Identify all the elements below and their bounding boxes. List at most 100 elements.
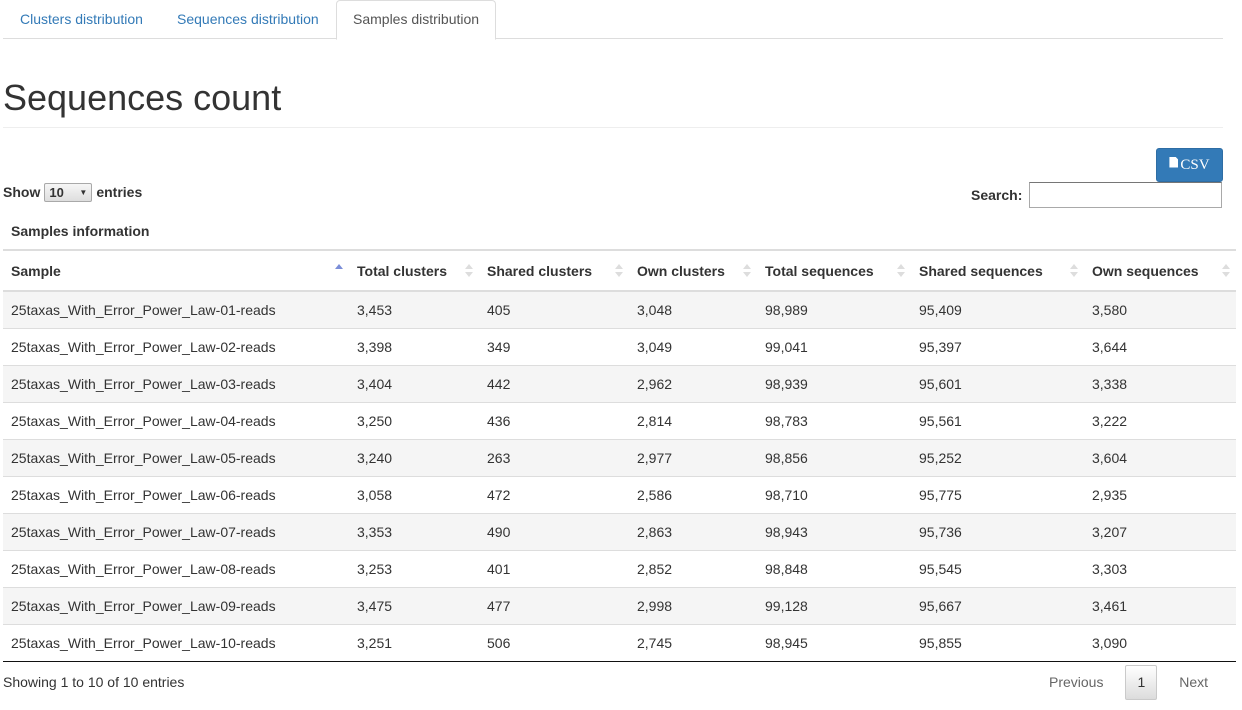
pagination-next[interactable]: Next xyxy=(1165,665,1222,700)
page-title: Sequences count xyxy=(3,77,282,118)
cell-own-sequences: 3,644 xyxy=(1084,327,1236,365)
cell-sample: 25taxas_With_Error_Power_Law-03-reads xyxy=(3,364,349,402)
column-header-shared-sequences[interactable]: Shared sequences xyxy=(911,249,1084,292)
tab-bar: Clusters distribution Sequences distribu… xyxy=(3,0,1223,40)
sort-icon xyxy=(897,263,905,279)
cell-sample: 25taxas_With_Error_Power_Law-06-reads xyxy=(3,475,349,513)
cell-shared-clusters: 490 xyxy=(479,512,629,550)
cell-shared-sequences: 95,252 xyxy=(911,438,1084,476)
cell-total-sequences: 98,939 xyxy=(757,364,911,402)
cell-own-sequences: 3,090 xyxy=(1084,623,1236,662)
table-row: 25taxas_With_Error_Power_Law-02-reads 3,… xyxy=(3,327,1236,365)
cell-total-sequences: 98,783 xyxy=(757,401,911,439)
cell-shared-sequences: 95,561 xyxy=(911,401,1084,439)
cell-total-clusters: 3,398 xyxy=(349,327,479,365)
pagination-page-1[interactable]: 1 xyxy=(1125,665,1158,700)
column-header-total-sequences[interactable]: Total sequences xyxy=(757,249,911,292)
cell-total-clusters: 3,240 xyxy=(349,438,479,476)
cell-shared-clusters: 442 xyxy=(479,364,629,402)
cell-own-clusters: 2,998 xyxy=(629,586,757,624)
search-label: Search: xyxy=(971,187,1023,203)
tab-sequences-distribution[interactable]: Sequences distribution xyxy=(160,0,336,39)
column-header-shared-clusters[interactable]: Shared clusters xyxy=(479,249,629,292)
table-row: 25taxas_With_Error_Power_Law-08-reads 3,… xyxy=(3,549,1236,587)
column-header-sample[interactable]: Sample xyxy=(3,249,349,292)
cell-own-sequences: 3,338 xyxy=(1084,364,1236,402)
cell-total-clusters: 3,453 xyxy=(349,291,479,328)
cell-own-sequences: 3,461 xyxy=(1084,586,1236,624)
table-info: Showing 1 to 10 of 10 entries xyxy=(3,674,185,690)
column-header-own-clusters[interactable]: Own clusters xyxy=(629,249,757,292)
cell-sample: 25taxas_With_Error_Power_Law-10-reads xyxy=(3,623,349,662)
sort-icon xyxy=(465,263,473,279)
table-row: 25taxas_With_Error_Power_Law-06-reads 3,… xyxy=(3,475,1236,513)
cell-total-clusters: 3,475 xyxy=(349,586,479,624)
title-divider xyxy=(3,127,1223,128)
column-header-label: Total sequences xyxy=(765,262,874,279)
column-header-label: Own clusters xyxy=(637,262,725,279)
sort-icon xyxy=(743,263,751,279)
entries-label: entries xyxy=(96,184,143,200)
table-row: 25taxas_With_Error_Power_Law-10-reads 3,… xyxy=(3,623,1236,662)
cell-total-clusters: 3,404 xyxy=(349,364,479,402)
entries-length-control: Show 10 ▼ entries xyxy=(3,182,142,202)
table-row: 25taxas_With_Error_Power_Law-03-reads 3,… xyxy=(3,364,1236,402)
cell-own-clusters: 2,863 xyxy=(629,512,757,550)
cell-total-sequences: 98,943 xyxy=(757,512,911,550)
column-header-own-sequences[interactable]: Own sequences xyxy=(1084,249,1236,292)
pagination-previous[interactable]: Previous xyxy=(1035,665,1117,700)
column-header-total-clusters[interactable]: Total clusters xyxy=(349,249,479,292)
samples-table: Sample Total clusters Shared clusters Ow… xyxy=(3,249,1236,662)
cell-total-sequences: 98,989 xyxy=(757,291,911,328)
table-row: 25taxas_With_Error_Power_Law-09-reads 3,… xyxy=(3,586,1236,624)
tab-samples-distribution[interactable]: Samples distribution xyxy=(336,0,497,40)
csv-export-button[interactable]: CSV xyxy=(1156,148,1223,182)
cell-sample: 25taxas_With_Error_Power_Law-05-reads xyxy=(3,438,349,476)
cell-total-sequences: 98,945 xyxy=(757,623,911,662)
table-caption: Samples information xyxy=(11,223,150,239)
cell-own-clusters: 3,048 xyxy=(629,291,757,328)
cell-shared-sequences: 95,409 xyxy=(911,291,1084,328)
table-row: 25taxas_With_Error_Power_Law-01-reads 3,… xyxy=(3,291,1236,328)
cell-own-sequences: 3,303 xyxy=(1084,549,1236,587)
cell-total-sequences: 98,848 xyxy=(757,549,911,587)
column-header-label: Shared sequences xyxy=(919,262,1043,279)
cell-own-sequences: 2,935 xyxy=(1084,475,1236,513)
cell-own-clusters: 2,977 xyxy=(629,438,757,476)
cell-shared-clusters: 263 xyxy=(479,438,629,476)
cell-total-clusters: 3,253 xyxy=(349,549,479,587)
cell-own-clusters: 2,852 xyxy=(629,549,757,587)
sort-icon xyxy=(1070,263,1078,279)
table-row: 25taxas_With_Error_Power_Law-07-reads 3,… xyxy=(3,512,1236,550)
cell-shared-clusters: 472 xyxy=(479,475,629,513)
cell-sample: 25taxas_With_Error_Power_Law-09-reads xyxy=(3,586,349,624)
show-label: Show xyxy=(3,184,41,200)
pagination: Previous 1 Next xyxy=(1035,665,1222,700)
column-header-label: Sample xyxy=(11,262,61,279)
cell-own-clusters: 2,962 xyxy=(629,364,757,402)
column-header-label: Own sequences xyxy=(1092,262,1199,279)
cell-sample: 25taxas_With_Error_Power_Law-08-reads xyxy=(3,549,349,587)
search-input[interactable] xyxy=(1029,182,1222,208)
cell-sample: 25taxas_With_Error_Power_Law-07-reads xyxy=(3,512,349,550)
cell-shared-clusters: 405 xyxy=(479,291,629,328)
sort-icon xyxy=(1222,263,1230,279)
tab-clusters-distribution[interactable]: Clusters distribution xyxy=(3,0,160,39)
cell-own-sequences: 3,222 xyxy=(1084,401,1236,439)
cell-shared-sequences: 95,855 xyxy=(911,623,1084,662)
cell-own-clusters: 3,049 xyxy=(629,327,757,365)
cell-own-clusters: 2,814 xyxy=(629,401,757,439)
cell-total-clusters: 3,251 xyxy=(349,623,479,662)
cell-sample: 25taxas_With_Error_Power_Law-01-reads xyxy=(3,291,349,328)
entries-per-page-select[interactable]: 10 ▼ xyxy=(44,182,93,202)
sort-icon xyxy=(615,263,623,279)
cell-own-clusters: 2,586 xyxy=(629,475,757,513)
cell-own-clusters: 2,745 xyxy=(629,623,757,662)
cell-total-sequences: 98,710 xyxy=(757,475,911,513)
cell-shared-clusters: 477 xyxy=(479,586,629,624)
cell-total-clusters: 3,058 xyxy=(349,475,479,513)
cell-total-sequences: 99,128 xyxy=(757,586,911,624)
file-icon xyxy=(1169,156,1179,168)
cell-total-clusters: 3,250 xyxy=(349,401,479,439)
csv-button-label: CSV xyxy=(1180,156,1210,173)
